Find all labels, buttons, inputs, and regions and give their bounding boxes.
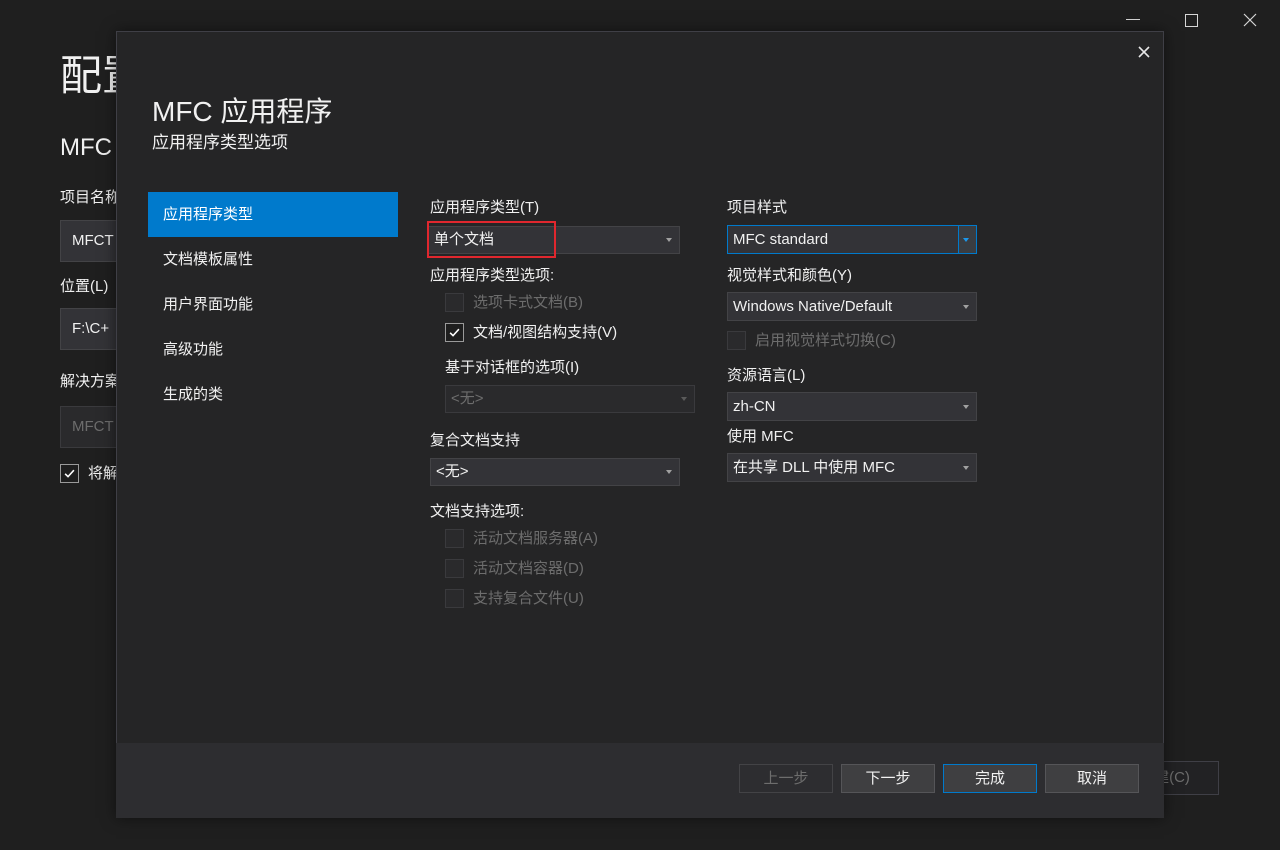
use-mfc-label: 使用 MFC	[727, 428, 794, 445]
back-button[interactable]: 上一步	[739, 764, 833, 793]
dialog-based-options-label: 基于对话框的选项(I)	[445, 359, 580, 376]
close-icon	[1243, 13, 1257, 27]
project-name-value: MFCT	[72, 232, 114, 249]
compound-files-checkbox[interactable]: 支持复合文件(U)	[445, 589, 584, 608]
chevron-down-icon	[666, 470, 672, 474]
mfc-wizard-dialog: MFC 应用程序 应用程序类型选项 应用程序类型 文档模板属性 用户界面功能 高…	[116, 31, 1164, 818]
checkbox-box[interactable]	[445, 559, 464, 578]
checkbox-box[interactable]	[445, 323, 464, 342]
nav-item-application-type[interactable]: 应用程序类型	[148, 192, 398, 237]
chevron-down-icon	[963, 465, 969, 470]
chevron-down-icon	[963, 304, 969, 309]
active-doc-container-label: 活动文档容器(D)	[473, 560, 584, 577]
visual-style-dropdown-button[interactable]	[958, 293, 976, 320]
visual-style-value: Windows Native/Default	[733, 298, 893, 315]
doc-view-support-label: 文档/视图结构支持(V)	[473, 324, 618, 341]
cancel-button[interactable]: 取消	[1045, 764, 1139, 793]
visual-style-switching-checkbox[interactable]: 启用视觉样式切换(C)	[727, 331, 896, 350]
resource-language-select[interactable]: zh-CN	[727, 392, 977, 421]
document-support-label: 文档支持选项:	[430, 503, 525, 520]
page-subtitle: MFC	[60, 134, 112, 161]
app-type-label: 应用程序类型(T)	[430, 199, 540, 216]
compound-document-label: 复合文档支持	[430, 432, 521, 449]
visual-style-select[interactable]: Windows Native/Default	[727, 292, 977, 321]
visual-style-switching-label: 启用视觉样式切换(C)	[755, 332, 896, 349]
project-style-label: 项目样式	[727, 199, 788, 216]
active-doc-server-checkbox[interactable]: 活动文档服务器(A)	[445, 529, 598, 548]
dialog-subtitle: 应用程序类型选项	[152, 133, 288, 152]
checkmark-icon	[449, 328, 460, 337]
project-style-value: MFC standard	[733, 231, 829, 248]
project-style-select[interactable]: MFC standard	[727, 225, 977, 254]
compound-document-dropdown-button[interactable]	[661, 459, 679, 485]
close-icon	[1138, 46, 1150, 58]
dialog-title: MFC 应用程序	[152, 96, 333, 127]
checkbox-box[interactable]	[60, 464, 79, 483]
project-style-dropdown-button[interactable]	[958, 226, 976, 253]
app-type-options-label: 应用程序类型选项:	[430, 267, 555, 284]
solution-name-value: MFCT	[72, 418, 114, 435]
window-close-button[interactable]	[1227, 5, 1273, 35]
compound-document-value: <无>	[436, 463, 469, 480]
chevron-down-icon	[666, 238, 672, 242]
checkbox-box[interactable]	[445, 529, 464, 548]
chevron-down-icon	[681, 397, 687, 401]
resource-language-dropdown-button[interactable]	[958, 393, 976, 420]
checkbox-box[interactable]	[445, 589, 464, 608]
use-mfc-dropdown-button[interactable]	[958, 454, 976, 481]
use-mfc-value: 在共享 DLL 中使用 MFC	[733, 459, 895, 476]
active-doc-container-checkbox[interactable]: 活动文档容器(D)	[445, 559, 584, 578]
solution-name-label: 解决方案	[60, 373, 121, 390]
same-directory-checkbox[interactable]: 将解	[60, 464, 118, 483]
finish-button[interactable]: 完成	[943, 764, 1037, 793]
tabbed-documents-checkbox[interactable]: 选项卡式文档(B)	[445, 293, 583, 312]
same-directory-label: 将解	[88, 465, 119, 482]
minimize-icon	[1126, 19, 1140, 20]
location-value: F:\C+	[72, 320, 110, 337]
maximize-icon	[1185, 14, 1198, 27]
dialog-footer: 上一步 下一步 完成 取消	[116, 743, 1164, 818]
checkbox-box[interactable]	[445, 293, 464, 312]
nav-item-generated-classes[interactable]: 生成的类	[148, 372, 398, 417]
app-type-select[interactable]: 单个文档	[428, 226, 680, 254]
dialog-based-options-value: <无>	[451, 390, 484, 407]
resource-language-value: zh-CN	[733, 398, 776, 415]
checkmark-icon	[64, 469, 75, 478]
doc-view-support-checkbox[interactable]: 文档/视图结构支持(V)	[445, 323, 617, 342]
active-doc-server-label: 活动文档服务器(A)	[473, 530, 598, 547]
next-button[interactable]: 下一步	[841, 764, 935, 793]
dialog-based-options-select[interactable]: <无>	[445, 385, 695, 413]
tabbed-documents-label: 选项卡式文档(B)	[473, 294, 583, 311]
project-name-label: 项目名称	[60, 189, 121, 206]
compound-document-select[interactable]: <无>	[430, 458, 680, 486]
nav-item-advanced[interactable]: 高级功能	[148, 327, 398, 372]
app-type-dropdown-button[interactable]	[661, 227, 679, 253]
location-label: 位置(L)	[60, 278, 109, 295]
use-mfc-select[interactable]: 在共享 DLL 中使用 MFC	[727, 453, 977, 482]
nav-item-user-interface[interactable]: 用户界面功能	[148, 282, 398, 327]
wizard-nav: 应用程序类型 文档模板属性 用户界面功能 高级功能 生成的类	[148, 192, 398, 417]
resource-language-label: 资源语言(L)	[727, 367, 806, 384]
checkbox-box[interactable]	[727, 331, 746, 350]
chevron-down-icon	[963, 404, 969, 409]
app-type-value: 单个文档	[434, 231, 495, 248]
visual-style-label: 视觉样式和颜色(Y)	[727, 267, 852, 284]
dialog-based-options-dropdown-button[interactable]	[676, 386, 694, 412]
chevron-down-icon	[963, 237, 969, 242]
dialog-close-button[interactable]	[1129, 37, 1159, 67]
maximize-button[interactable]	[1168, 5, 1214, 35]
compound-files-label: 支持复合文件(U)	[473, 590, 584, 607]
nav-item-document-template[interactable]: 文档模板属性	[148, 237, 398, 282]
